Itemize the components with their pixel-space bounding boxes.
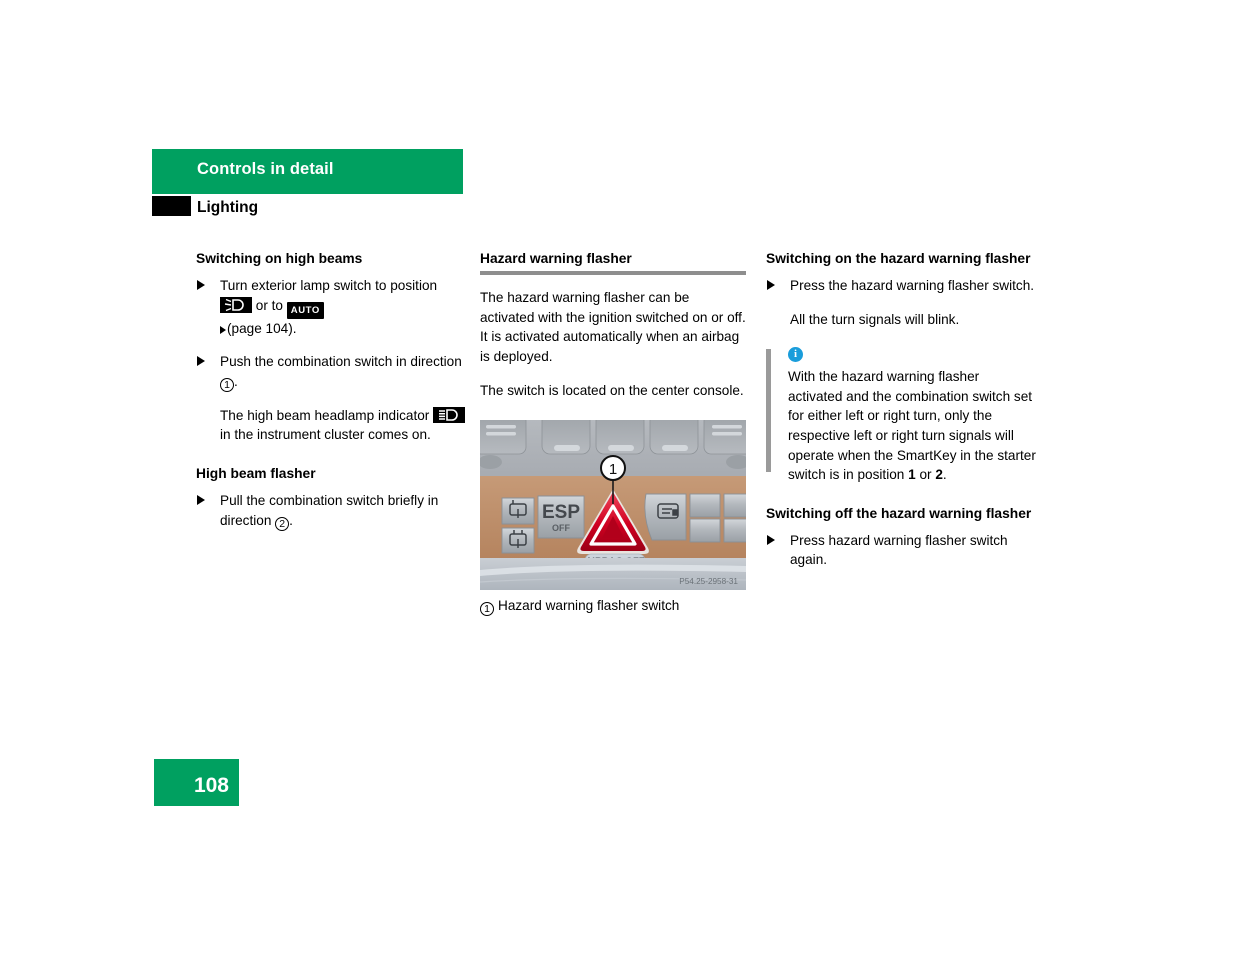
note-text-part-a: The high beam headlamp indicator: [220, 407, 430, 423]
step-push-combination-switch: Push the combination switch in direction…: [196, 352, 468, 392]
page-number: 108: [193, 774, 229, 797]
info-note-text-part-a: With the hazard warning flasher activate…: [788, 369, 1036, 483]
note-turn-signals-blink: All the turn signals will blink.: [790, 311, 960, 327]
heading-switching-on-hazard-flasher: Switching on the hazard warning flasher: [766, 251, 1031, 266]
paragraph-switch-location: The switch is located on the center cons…: [480, 383, 744, 399]
headlamp-icon: [220, 296, 252, 313]
page-reference-text: page 104).: [231, 320, 297, 336]
step-press-hazard-switch: Press the hazard warning flasher switch.: [766, 276, 1036, 296]
bullet-triangle-icon: [767, 534, 775, 545]
esp-off-label: OFF: [552, 523, 570, 533]
bullet-triangle-icon: [197, 280, 205, 290]
position-value-1: 1: [908, 467, 916, 483]
section-tab-marker: [152, 196, 191, 216]
figure-callout-1: 1: [600, 455, 626, 481]
step-pull-combination-switch: Pull the combination switch briefly in d…: [196, 491, 468, 531]
step-text-part-a: Turn exterior lamp switch to position: [220, 278, 438, 293]
page-number-block: 108: [154, 759, 239, 806]
bullet-triangle-icon: [767, 280, 775, 290]
note-text-part-b: in the instrument cluster comes on.: [220, 427, 431, 443]
esp-label: ESP: [542, 502, 580, 523]
figure-watermark: P54.25-2958-31: [679, 577, 738, 586]
right-column: Switching on the hazard warning flasher …: [766, 250, 1036, 584]
step-turn-exterior-lamp-switch: Turn exterior lamp switch to position or…: [196, 276, 468, 338]
heading-switching-on-high-beams: Switching on high beams: [196, 251, 363, 266]
info-note-text-part-c: .: [942, 467, 947, 483]
heading-hazard-warning-flasher: Hazard warning flasher: [480, 251, 632, 266]
section-title: Lighting: [197, 199, 259, 216]
middle-column: Hazard warning flasher The hazard warnin…: [480, 250, 746, 416]
callout-marker-2: 2: [275, 516, 290, 531]
chapter-header-bar: Controls in detail: [152, 149, 463, 194]
step-text: Press hazard warning flasher switch agai…: [790, 532, 1008, 568]
info-note-box: i With the hazard warning flasher activa…: [766, 347, 1036, 485]
bullet-triangle-icon: [197, 494, 205, 505]
step-press-hazard-switch-again: Press hazard warning flasher switch agai…: [766, 531, 1036, 570]
note-side-bar: [766, 349, 771, 473]
step-text: Pull the combination switch briefly in d…: [220, 492, 439, 528]
step-text: Push the combination switch in direction: [220, 354, 462, 370]
caption-text: Hazard warning flasher switch: [498, 598, 680, 613]
heading-high-beam-flasher: High beam flasher: [196, 465, 316, 481]
info-icon: i: [788, 347, 803, 363]
step-text: Press the hazard warning flasher switch.: [790, 278, 1035, 293]
auto-icon: AUTO: [286, 302, 324, 319]
bullet-triangle-icon: [197, 356, 205, 367]
info-note-text-part-b: or: [919, 467, 932, 483]
position-value-2: 2: [935, 467, 943, 483]
figure-caption: 1 Hazard warning flasher switch: [480, 597, 746, 616]
paragraph-hazard-activation: The hazard warning flasher can be activa…: [480, 290, 746, 364]
callout-marker-1: 1: [220, 377, 234, 392]
chapter-title: Controls in detail: [197, 160, 334, 178]
caption-marker: 1: [480, 602, 494, 616]
center-console-figure: ESP OFF 1 AI: [480, 420, 746, 590]
heading-divider: [480, 271, 746, 275]
step-text-part-b: or to: [255, 297, 283, 313]
high-beam-indicator-icon: [433, 406, 466, 423]
left-column: Switching on high beams Turn exterior la…: [196, 250, 468, 545]
note-high-beam-indicator: The high beam headlamp indicator in the …: [196, 406, 468, 445]
page-reference-arrow-icon: [220, 325, 226, 334]
svg-text:1: 1: [609, 461, 617, 478]
heading-switching-off-hazard-flasher: Switching off the hazard warning flasher: [766, 505, 1032, 521]
info-note-text: With the hazard warning flasher activate…: [788, 367, 1036, 485]
